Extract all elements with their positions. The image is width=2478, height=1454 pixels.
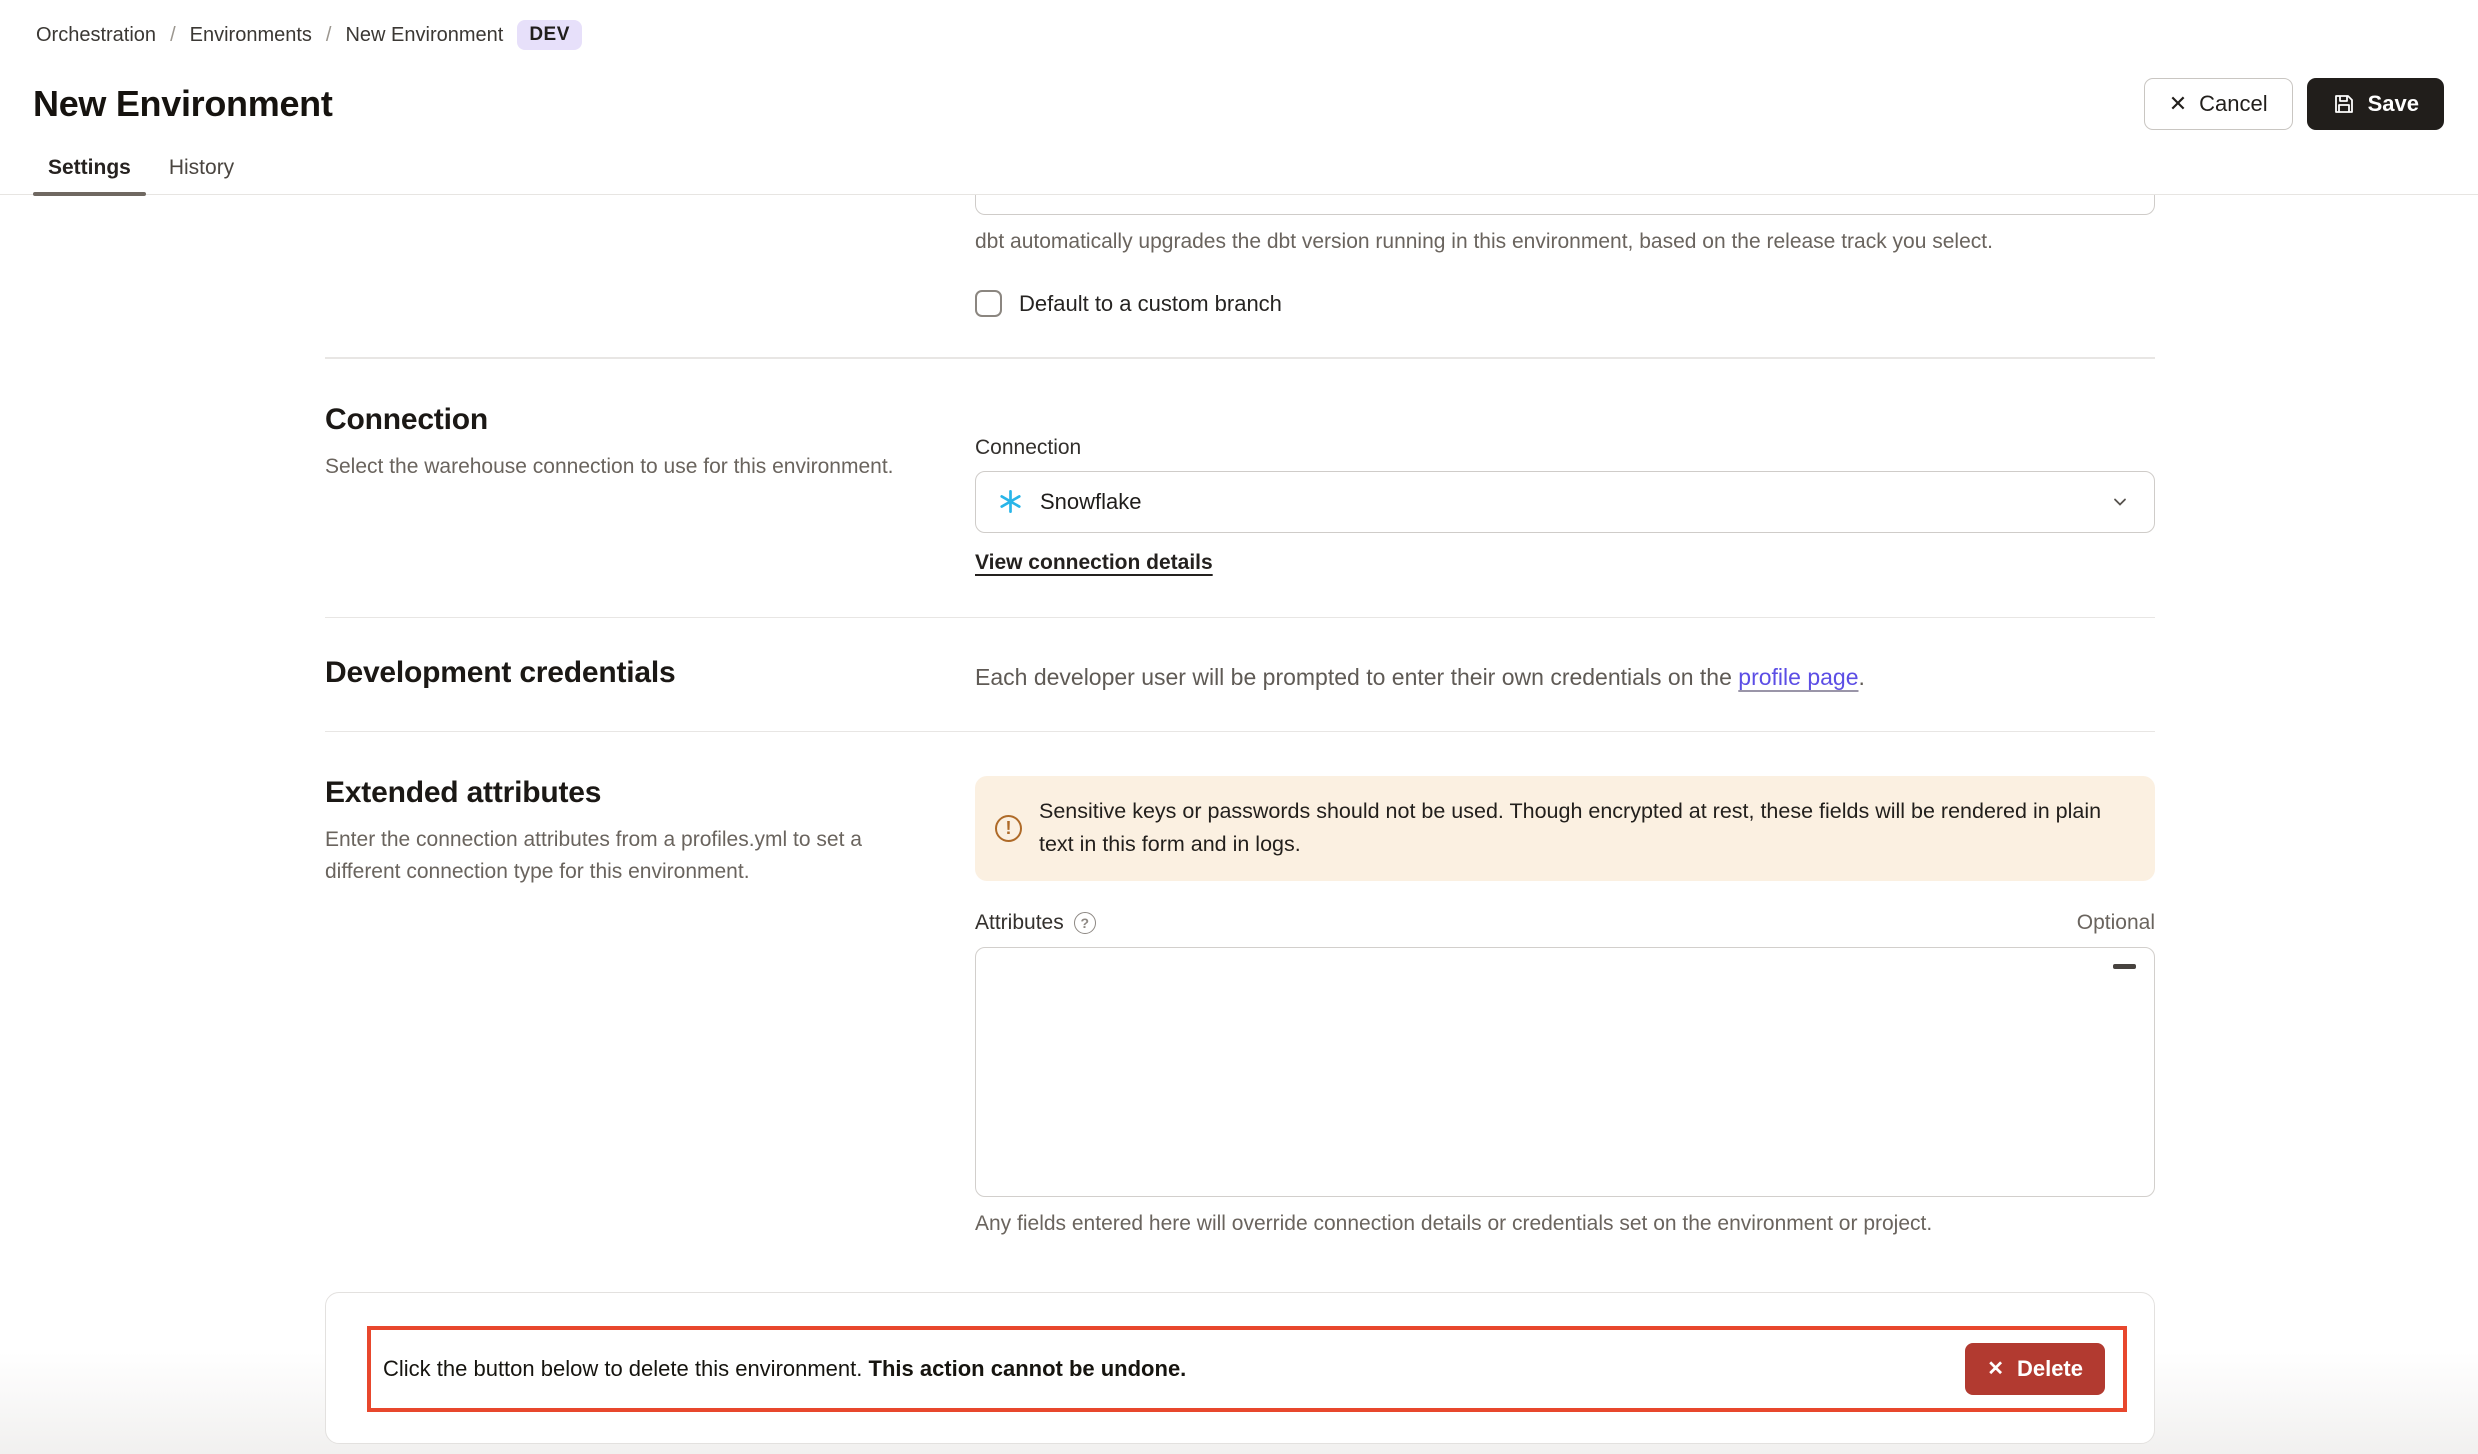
development-credentials-text: Each developer user will be prompted to … xyxy=(975,656,2155,695)
release-track-input-partial[interactable] xyxy=(975,195,2155,215)
development-credentials-section: Development credentials Each developer u… xyxy=(325,618,2155,695)
view-connection-details-link[interactable]: View connection details xyxy=(975,551,1213,575)
delete-text-regular: Click the button below to delete this en… xyxy=(383,1356,869,1381)
connection-description: Select the warehouse connection to use f… xyxy=(325,451,915,483)
profile-page-link[interactable]: profile page xyxy=(1738,664,1858,690)
breadcrumb-separator: / xyxy=(170,24,176,47)
annotation-highlight-box: Click the button below to delete this en… xyxy=(367,1326,2127,1412)
header-actions: ✕ Cancel Save xyxy=(2144,78,2444,130)
delete-button-label: Delete xyxy=(2017,1356,2083,1382)
connection-select[interactable]: Snowflake xyxy=(975,471,2155,533)
save-icon xyxy=(2332,92,2356,116)
breadcrumb-separator: / xyxy=(326,24,332,47)
attributes-textarea[interactable] xyxy=(975,947,2155,1197)
connection-select-value: Snowflake xyxy=(1040,489,2110,515)
attributes-field-label: Attributes xyxy=(975,911,1064,935)
top-bar: Orchestration / Environments / New Envir… xyxy=(0,0,2478,50)
alert-icon: ! xyxy=(995,815,1022,842)
page-title: New Environment xyxy=(33,83,333,125)
connection-heading: Connection xyxy=(325,403,915,437)
collapse-minus-icon[interactable] xyxy=(2113,964,2136,969)
cancel-button[interactable]: ✕ Cancel xyxy=(2144,78,2293,130)
delete-button[interactable]: ✕ Delete xyxy=(1965,1343,2105,1395)
connection-section: Connection Select the warehouse connecti… xyxy=(325,359,2155,575)
release-track-helper: dbt automatically upgrades the dbt versi… xyxy=(975,230,2155,254)
close-icon: ✕ xyxy=(1987,1359,2004,1379)
custom-branch-row: Default to a custom branch xyxy=(975,290,2155,317)
extended-attributes-description: Enter the connection attributes from a p… xyxy=(325,824,915,887)
tab-history[interactable]: History xyxy=(154,156,249,194)
delete-environment-card: Click the button below to delete this en… xyxy=(325,1292,2155,1444)
attributes-helper: Any fields entered here will override co… xyxy=(975,1212,2155,1236)
dev-cred-text-after: . xyxy=(1858,664,1864,690)
breadcrumb-environments[interactable]: Environments xyxy=(190,24,312,47)
page-header: New Environment ✕ Cancel Save xyxy=(0,78,2478,130)
chevron-down-icon xyxy=(2110,492,2130,512)
extended-attributes-heading: Extended attributes xyxy=(325,776,915,810)
extended-attributes-section: Extended attributes Enter the connection… xyxy=(325,732,2155,1236)
delete-text-bold: This action cannot be undone. xyxy=(869,1356,1187,1381)
breadcrumb: Orchestration / Environments / New Envir… xyxy=(36,20,2442,50)
custom-branch-checkbox[interactable] xyxy=(975,290,1002,317)
breadcrumb-new-environment: New Environment xyxy=(345,24,503,47)
breadcrumb-orchestration[interactable]: Orchestration xyxy=(36,24,156,47)
custom-branch-label: Default to a custom branch xyxy=(1019,291,1282,317)
sensitive-keys-warning: ! Sensitive keys or passwords should not… xyxy=(975,776,2155,881)
cancel-button-label: Cancel xyxy=(2199,91,2267,117)
optional-label: Optional xyxy=(2077,911,2155,935)
tab-bar: Settings History xyxy=(0,156,2478,195)
connection-field-label: Connection xyxy=(975,436,2155,460)
warning-text: Sensitive keys or passwords should not b… xyxy=(1039,795,2129,862)
delete-warning-text: Click the button below to delete this en… xyxy=(383,1356,1186,1382)
snowflake-icon xyxy=(997,488,1024,515)
dev-cred-text-before: Each developer user will be prompted to … xyxy=(975,664,1738,690)
help-icon[interactable]: ? xyxy=(1074,912,1096,934)
settings-form: dbt automatically upgrades the dbt versi… xyxy=(325,195,2155,1444)
development-credentials-heading: Development credentials xyxy=(325,656,915,690)
dev-badge: DEV xyxy=(517,20,582,50)
release-track-section: dbt automatically upgrades the dbt versi… xyxy=(325,195,2155,317)
save-button[interactable]: Save xyxy=(2307,78,2444,130)
save-button-label: Save xyxy=(2368,91,2419,117)
tab-settings[interactable]: Settings xyxy=(33,156,146,194)
close-icon: ✕ xyxy=(2169,93,2187,115)
attributes-label-row: Attributes ? Optional xyxy=(975,911,2155,935)
